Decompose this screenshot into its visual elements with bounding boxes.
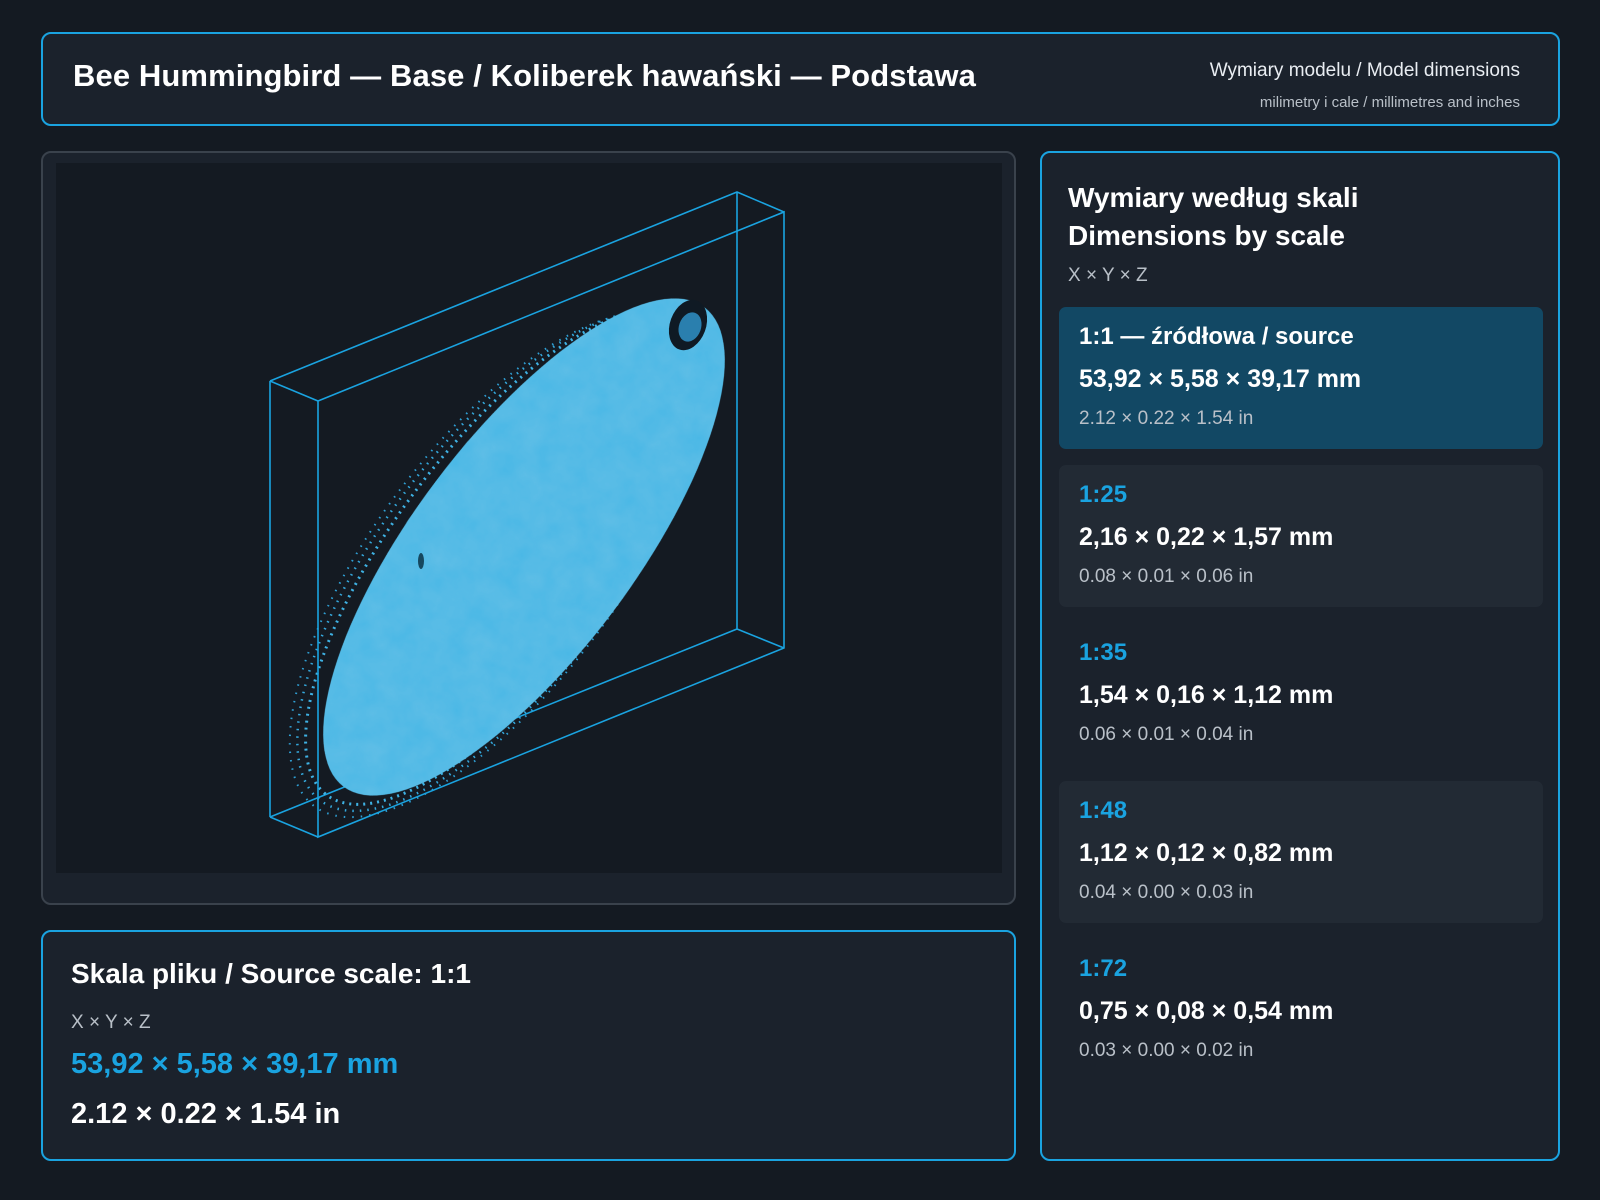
scales-axes-label: X × Y × Z [1068, 265, 1148, 286]
scales-title-en: Dimensions by scale [1068, 220, 1346, 251]
model-viewport[interactable] [56, 163, 1002, 873]
scale-dimensions-in: 2.12 × 0.22 × 1.54 in [1079, 408, 1254, 429]
scale-dimensions-in: 0.06 × 0.01 × 0.04 in [1079, 724, 1254, 745]
model-viewer-panel [41, 151, 1016, 905]
scale-dimensions-in: 0.04 × 0.00 × 0.03 in [1079, 882, 1254, 903]
scale-dimensions-mm: 53,92 × 5,58 × 39,17 mm [1079, 365, 1362, 393]
scale-ratio: 1:48 [1079, 797, 1128, 824]
scale-card-1-25[interactable]: 1:25 2,16 × 0,22 × 1,57 mm 0.08 × 0.01 ×… [1059, 465, 1543, 607]
scale-card-1-48[interactable]: 1:48 1,12 × 0,12 × 0,82 mm 0.04 × 0.00 ×… [1059, 781, 1543, 923]
scale-list: 1:1 — źródłowa / source 53,92 × 5,58 × 3… [1059, 307, 1543, 1097]
header-subtitle-block: Wymiary modelu / Model dimensions milime… [1210, 60, 1520, 111]
header-subtitle: Wymiary modelu / Model dimensions [1209, 60, 1520, 81]
source-dimensions-mm: 53,92 × 5,58 × 39,17 mm [71, 1048, 399, 1080]
point-cloud-model-icon [269, 191, 785, 839]
source-dimensions-in: 2.12 × 0.22 × 1.54 in [71, 1098, 341, 1130]
scale-ratio: 1:35 [1079, 639, 1128, 666]
scale-dimensions-in: 0.03 × 0.00 × 0.02 in [1079, 1040, 1254, 1061]
scale-ratio: 1:25 [1079, 481, 1128, 508]
header-bar: Bee Hummingbird — Base / Koliberek hawań… [41, 32, 1560, 126]
scale-card-1-72[interactable]: 1:72 0,75 × 0,08 × 0,54 mm 0.03 × 0.00 ×… [1059, 939, 1543, 1081]
scales-title: Wymiary według skali Dimensions by scale [1068, 179, 1359, 255]
scale-dimensions-mm: 1,54 × 0,16 × 1,12 mm [1079, 681, 1334, 709]
scale-ratio: 1:72 [1079, 955, 1128, 982]
scale-dimensions-mm: 2,16 × 0,22 × 1,57 mm [1079, 523, 1334, 551]
scale-dimensions-in: 0.08 × 0.01 × 0.06 in [1079, 566, 1254, 587]
source-scale-title: Skala pliku / Source scale: 1:1 [71, 958, 471, 989]
scales-panel: Wymiary według skali Dimensions by scale… [1040, 151, 1560, 1161]
scales-title-pl: Wymiary według skali [1068, 182, 1359, 213]
page-title: Bee Hummingbird — Base / Koliberek hawań… [73, 58, 976, 93]
scale-card-1-1[interactable]: 1:1 — źródłowa / source 53,92 × 5,58 × 3… [1059, 307, 1543, 449]
scale-card-1-35[interactable]: 1:35 1,54 × 0,16 × 1,12 mm 0.06 × 0.01 ×… [1059, 623, 1543, 765]
scale-ratio: 1:1 — źródłowa / source [1079, 323, 1354, 350]
header-units-note: milimetry i cale / millimetres and inche… [1259, 94, 1520, 111]
source-axes-label: X × Y × Z [71, 1012, 151, 1033]
scale-dimensions-mm: 0,75 × 0,08 × 0,54 mm [1079, 997, 1334, 1025]
model-surface [323, 298, 725, 796]
scale-dimensions-mm: 1,12 × 0,12 × 0,82 mm [1079, 839, 1334, 867]
source-scale-panel: Skala pliku / Source scale: 1:1 X × Y × … [41, 930, 1016, 1161]
